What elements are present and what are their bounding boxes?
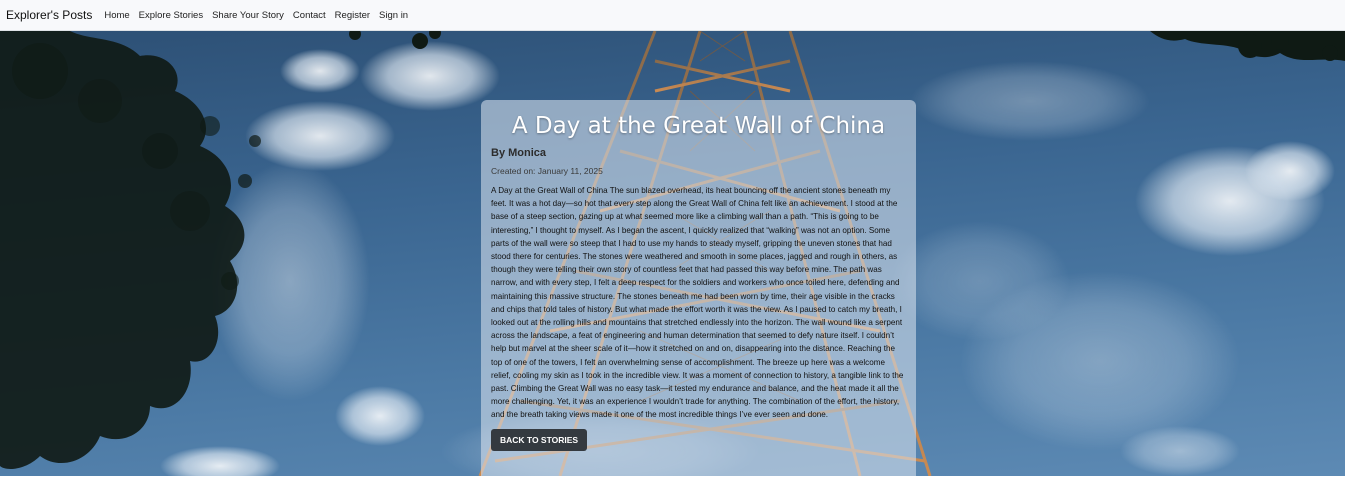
- story-created-date: Created on: January 11, 2025: [491, 166, 603, 176]
- story-body: A Day at the Great Wall of China The sun…: [491, 186, 904, 420]
- story-title: A Day at the Great Wall of China: [511, 113, 886, 139]
- story-card: A Day at the Great Wall of China By Moni…: [481, 100, 916, 476]
- story-author: By Monica: [491, 147, 547, 159]
- nav-link-sign-in[interactable]: Sign in: [379, 10, 408, 21]
- page-footer-space: [0, 476, 1345, 490]
- hero-background: A Day at the Great Wall of China By Moni…: [0, 31, 1345, 476]
- nav-link-contact[interactable]: Contact: [293, 10, 326, 21]
- nav-link-share-your-story[interactable]: Share Your Story: [212, 10, 284, 21]
- brand-link[interactable]: Explorer's Posts: [6, 8, 92, 22]
- tree-silhouette: [0, 31, 261, 469]
- nav-link-home[interactable]: Home: [104, 10, 129, 21]
- nav-link-explore-stories[interactable]: Explore Stories: [139, 10, 203, 21]
- top-navbar: Explorer's Posts Home Explore Stories Sh…: [0, 0, 1345, 31]
- leaves-top-right: [1150, 31, 1345, 61]
- nav-link-register[interactable]: Register: [335, 10, 370, 21]
- nav-links: Home Explore Stories Share Your Story Co…: [104, 10, 408, 21]
- back-to-stories-button[interactable]: BACK TO STORIES: [491, 428, 588, 451]
